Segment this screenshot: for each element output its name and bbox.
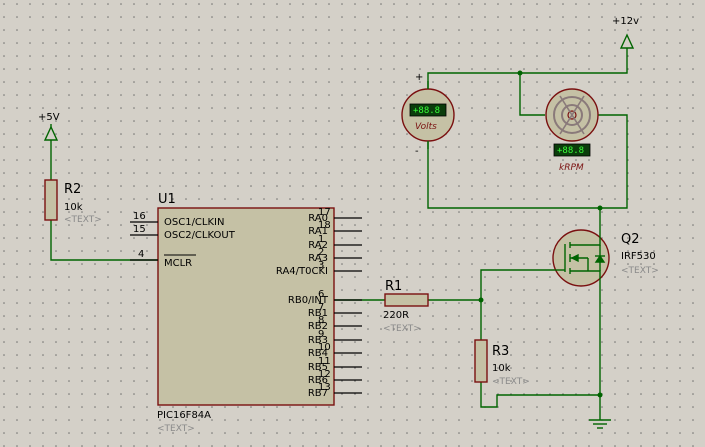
r1-text-placeholder: <TEXT> — [383, 324, 421, 334]
q2-text-placeholder: <TEXT> — [621, 266, 659, 276]
r2-text-placeholder: <TEXT> — [64, 215, 102, 225]
u1-pin-15-name: OSC2/CLKOUT — [164, 230, 236, 241]
r2-value: 10k — [64, 202, 83, 213]
u1-pin-4-name: MCLR — [164, 258, 192, 269]
u1-text-placeholder: <TEXT> — [157, 424, 195, 434]
r1-value: 220R — [383, 310, 409, 321]
r3-ref: R3 — [492, 344, 509, 359]
r1-ref: R1 — [385, 279, 402, 294]
u1-pin-15-num: 15 — [133, 224, 146, 235]
v12-label: +12v — [612, 16, 639, 27]
r2-ref: R2 — [64, 182, 81, 197]
schematic-canvas[interactable]: +5V +12v R2 10k <TEXT> U1 PIC16F84A <TEX… — [0, 0, 705, 447]
u1-ref: U1 — [158, 192, 176, 207]
voltmeter-display: +88.8 — [413, 106, 440, 116]
r3-value: 10k — [492, 363, 511, 374]
u1-pin-3-name: RA4/T0CKI — [276, 266, 328, 277]
u1-pin-13-name: RB7 — [308, 388, 328, 399]
voltmeter-plus: + — [415, 72, 423, 83]
u1-pin-16-name: OSC1/CLKIN — [164, 217, 224, 228]
u1-pin-16-num: 16 — [133, 211, 146, 222]
voltmeter-minus: - — [415, 146, 419, 157]
u1-part: PIC16F84A — [157, 410, 211, 421]
voltmeter-unit: Volts — [415, 122, 437, 132]
v5-label: +5V — [38, 112, 60, 123]
q2-part: IRF530 — [621, 251, 656, 262]
ic-u1[interactable]: U1 PIC16F84A <TEXT> 16 OSC1/CLKIN 15 OSC… — [130, 192, 362, 434]
motor-unit: kRPM — [559, 163, 584, 173]
motor-display: +88.8 — [557, 146, 584, 156]
r3-text-placeholder: <TEXT> — [492, 377, 530, 387]
q2-ref: Q2 — [621, 232, 640, 247]
u1-pin-4-num: 4 — [138, 249, 144, 260]
